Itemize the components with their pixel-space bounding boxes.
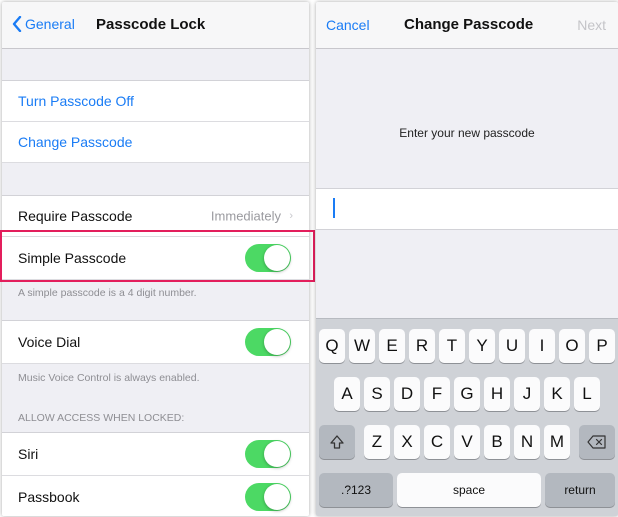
space-key[interactable]: space: [397, 473, 541, 507]
keyboard: Q W E R T Y U I O P A S D F G H J K L Z …: [316, 318, 618, 516]
key-b[interactable]: B: [484, 425, 510, 459]
require-passcode-value: Immediately: [210, 208, 281, 224]
backspace-icon: [587, 435, 606, 449]
simple-passcode-highlight: [0, 230, 315, 282]
siri-row: Siri: [2, 433, 309, 476]
key-t[interactable]: T: [439, 329, 465, 363]
delete-key[interactable]: [579, 425, 615, 459]
key-o[interactable]: O: [559, 329, 585, 363]
back-button-label: General: [25, 16, 75, 32]
key-r[interactable]: R: [409, 329, 435, 363]
shift-icon: [330, 435, 344, 449]
allow-access-header: ALLOW ACCESS WHEN LOCKED:: [18, 412, 185, 424]
return-key[interactable]: return: [545, 473, 615, 507]
key-h[interactable]: H: [484, 377, 510, 411]
key-z[interactable]: Z: [364, 425, 390, 459]
chevron-left-icon: [12, 16, 22, 32]
toggle-knob: [264, 329, 290, 355]
key-j[interactable]: J: [514, 377, 540, 411]
key-l[interactable]: L: [574, 377, 600, 411]
chevron-right-icon: ›: [289, 210, 293, 222]
next-button[interactable]: Next: [577, 17, 606, 33]
siri-label: Siri: [18, 446, 39, 462]
key-m[interactable]: M: [544, 425, 570, 459]
key-g[interactable]: G: [454, 377, 480, 411]
toggle-knob: [264, 484, 290, 510]
passcode-prompt: Enter your new passcode: [399, 126, 535, 140]
key-i[interactable]: I: [529, 329, 555, 363]
turn-passcode-off-label: Turn Passcode Off: [18, 93, 134, 109]
shift-key[interactable]: [319, 425, 355, 459]
page-title: Passcode Lock: [96, 16, 206, 33]
siri-toggle[interactable]: [245, 440, 291, 468]
simple-passcode-footnote: A simple passcode is a 4 digit number.: [18, 287, 197, 299]
passbook-label: Passbook: [18, 489, 80, 505]
key-s[interactable]: S: [364, 377, 390, 411]
key-p[interactable]: P: [589, 329, 615, 363]
require-passcode-label: Require Passcode: [18, 208, 133, 224]
key-k[interactable]: K: [544, 377, 570, 411]
change-passcode-row[interactable]: Change Passcode: [2, 122, 309, 163]
key-q[interactable]: Q: [319, 329, 345, 363]
passbook-row: Passbook: [2, 476, 309, 516]
key-n[interactable]: N: [514, 425, 540, 459]
text-cursor: [333, 198, 335, 218]
key-u[interactable]: U: [499, 329, 525, 363]
voice-dial-label: Voice Dial: [18, 334, 81, 350]
voice-dial-footnote: Music Voice Control is always enabled.: [18, 372, 200, 384]
key-y[interactable]: Y: [469, 329, 495, 363]
page-title: Change Passcode: [404, 16, 534, 33]
change-passcode-label: Change Passcode: [18, 134, 133, 150]
key-a[interactable]: A: [334, 377, 360, 411]
toggle-knob: [264, 441, 290, 467]
voice-dial-row: Voice Dial: [2, 321, 309, 364]
key-v[interactable]: V: [454, 425, 480, 459]
key-d[interactable]: D: [394, 377, 420, 411]
back-button[interactable]: General: [12, 16, 75, 32]
voice-dial-toggle[interactable]: [245, 328, 291, 356]
passcode-input[interactable]: [316, 188, 618, 230]
nav-bar: General Passcode Lock: [2, 2, 309, 49]
nav-bar: Cancel Change Passcode Next: [316, 2, 618, 49]
passbook-toggle[interactable]: [245, 483, 291, 511]
cancel-button[interactable]: Cancel: [326, 17, 370, 33]
change-passcode-screen: Cancel Change Passcode Next Enter your n…: [316, 2, 618, 516]
key-c[interactable]: C: [424, 425, 450, 459]
numbers-key[interactable]: .?123: [319, 473, 393, 507]
key-f[interactable]: F: [424, 377, 450, 411]
turn-passcode-off-row[interactable]: Turn Passcode Off: [2, 81, 309, 122]
key-w[interactable]: W: [349, 329, 375, 363]
key-x[interactable]: X: [394, 425, 420, 459]
key-e[interactable]: E: [379, 329, 405, 363]
